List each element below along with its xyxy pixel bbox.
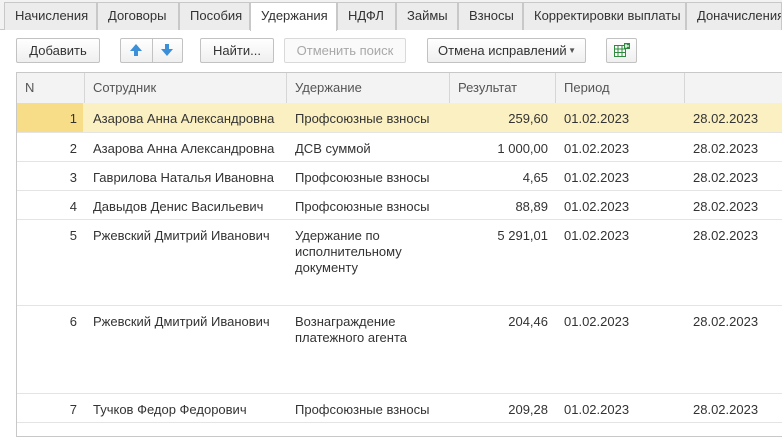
tab-payment-corrections[interactable]: Корректировки выплаты (523, 2, 686, 30)
cell-deduction: Удержание по исполнительному документу (295, 228, 402, 275)
table-row[interactable]: 3 Гаврилова Наталья Ивановна Профсоюзные в… (17, 162, 782, 191)
excel-export-button[interactable] (606, 38, 637, 63)
tab-contracts[interactable]: Договоры (97, 2, 179, 30)
cell-employee: Гаврилова Наталья Ивановна (93, 170, 274, 185)
cell-deduction: Профсоюзные взносы (295, 199, 430, 214)
cell-deduction: Профсоюзные взносы (295, 402, 430, 417)
tab-loans[interactable]: Займы (396, 2, 458, 30)
table-header: N Сотрудник Удержание Результат Период (17, 73, 782, 104)
table-row[interactable]: 4 Давыдов Денис Васильевич Профсоюзные взн… (17, 191, 782, 220)
arrow-down-icon (161, 44, 173, 56)
cell-period-start: 01.02.2023 (564, 170, 630, 185)
tab-ndfl[interactable]: НДФЛ (337, 2, 396, 30)
column-header-employee[interactable]: Сотрудник (85, 73, 287, 103)
tab-bar: Начисления Договоры Пособия Удержания НД… (0, 0, 782, 31)
table-row[interactable]: 5 Ржевский Дмитрий Иванович Удержание по и… (17, 220, 782, 306)
cell-period-start: 01.02.2023 (564, 141, 630, 156)
tab-additional-accruals[interactable]: Доначисления (686, 2, 782, 30)
cell-employee: Ржевский Дмитрий Иванович (93, 314, 270, 329)
cell-n: 7 (69, 402, 77, 417)
cell-result: 4,65 (522, 170, 548, 185)
cell-period-end: 28.02.2023 (693, 111, 759, 126)
cell-n: 3 (69, 170, 77, 185)
tab-contributions[interactable]: Взносы (458, 2, 523, 30)
tab-accruals[interactable]: Начисления (4, 2, 97, 30)
column-header-deduction[interactable]: Удержание (287, 73, 450, 103)
cell-period-end: 28.02.2023 (693, 141, 759, 156)
cancel-search-button[interactable]: Отменить поиск (284, 38, 406, 63)
cell-result: 209,28 (508, 402, 548, 417)
tab-deductions[interactable]: Удержания (250, 2, 337, 31)
tab-benefits[interactable]: Пособия (179, 2, 250, 30)
toolbar: Добавить Найти... Отменить поиск Отмена … (0, 30, 782, 68)
cell-result: 5 291,01 (497, 228, 548, 243)
move-down-button[interactable] (152, 39, 183, 62)
cell-n: 4 (69, 199, 77, 214)
deductions-table: N Сотрудник Удержание Результат Период 1… (16, 72, 782, 437)
cell-result: 1 000,00 (497, 141, 548, 156)
arrow-up-icon (130, 44, 142, 56)
corrections-dropdown[interactable]: Отмена исправлений ▼ (427, 38, 586, 63)
cell-employee: Азарова Анна Александровна (93, 111, 275, 126)
cell-employee: Тучков Федор Федорович (93, 402, 247, 417)
cell-result: 204,46 (508, 314, 548, 329)
column-header-result[interactable]: Результат (450, 73, 556, 103)
corrections-label: Отмена исправлений (438, 43, 567, 58)
move-buttons (120, 38, 183, 63)
table-row[interactable]: 6 Ржевский Дмитрий Иванович Вознаграждение… (17, 306, 782, 394)
cell-result: 259,60 (508, 111, 548, 126)
find-button[interactable]: Найти... (200, 38, 274, 63)
cell-period-start: 01.02.2023 (564, 402, 630, 417)
cell-period-end: 28.02.2023 (693, 228, 759, 243)
cell-n: 6 (69, 314, 77, 329)
cell-period-end: 28.02.2023 (693, 402, 759, 417)
cell-deduction: ДСВ суммой (295, 141, 371, 156)
table-row[interactable]: 2 Азарова Анна Александровна ДСВ суммой 1 0… (17, 133, 782, 162)
cell-deduction: Профсоюзные взносы (295, 170, 430, 185)
cell-n: 5 (69, 228, 77, 243)
table-row[interactable]: 1 Азарова Анна Александровна Профсоюзные в… (17, 103, 782, 133)
cell-deduction: Вознаграждение платежного агента (295, 314, 407, 345)
column-header-n[interactable]: N (17, 73, 85, 103)
chevron-down-icon: ▼ (568, 46, 576, 55)
cell-employee: Давыдов Денис Васильевич (93, 199, 264, 214)
cell-result: 88,89 (515, 199, 548, 214)
column-header-period-end[interactable] (685, 73, 782, 103)
cell-period-end: 28.02.2023 (693, 314, 759, 329)
column-header-period[interactable]: Период (556, 73, 685, 103)
add-button[interactable]: Добавить (16, 38, 100, 63)
cell-period-start: 01.02.2023 (564, 111, 630, 126)
cell-deduction: Профсоюзные взносы (295, 111, 430, 126)
cell-employee: Азарова Анна Александровна (93, 141, 275, 156)
cell-employee: Ржевский Дмитрий Иванович (93, 228, 270, 243)
cell-period-start: 01.02.2023 (564, 228, 630, 243)
cell-period-end: 28.02.2023 (693, 199, 759, 214)
cell-period-start: 01.02.2023 (564, 199, 630, 214)
table-export-icon (614, 43, 630, 57)
cell-period-start: 01.02.2023 (564, 314, 630, 329)
cell-n: 2 (69, 141, 77, 156)
cell-n: 1 (69, 111, 77, 126)
cell-period-end: 28.02.2023 (693, 170, 759, 185)
move-up-button[interactable] (121, 39, 153, 62)
table-row[interactable]: 7 Тучков Федор Федорович Профсоюзные взнос… (17, 394, 782, 423)
